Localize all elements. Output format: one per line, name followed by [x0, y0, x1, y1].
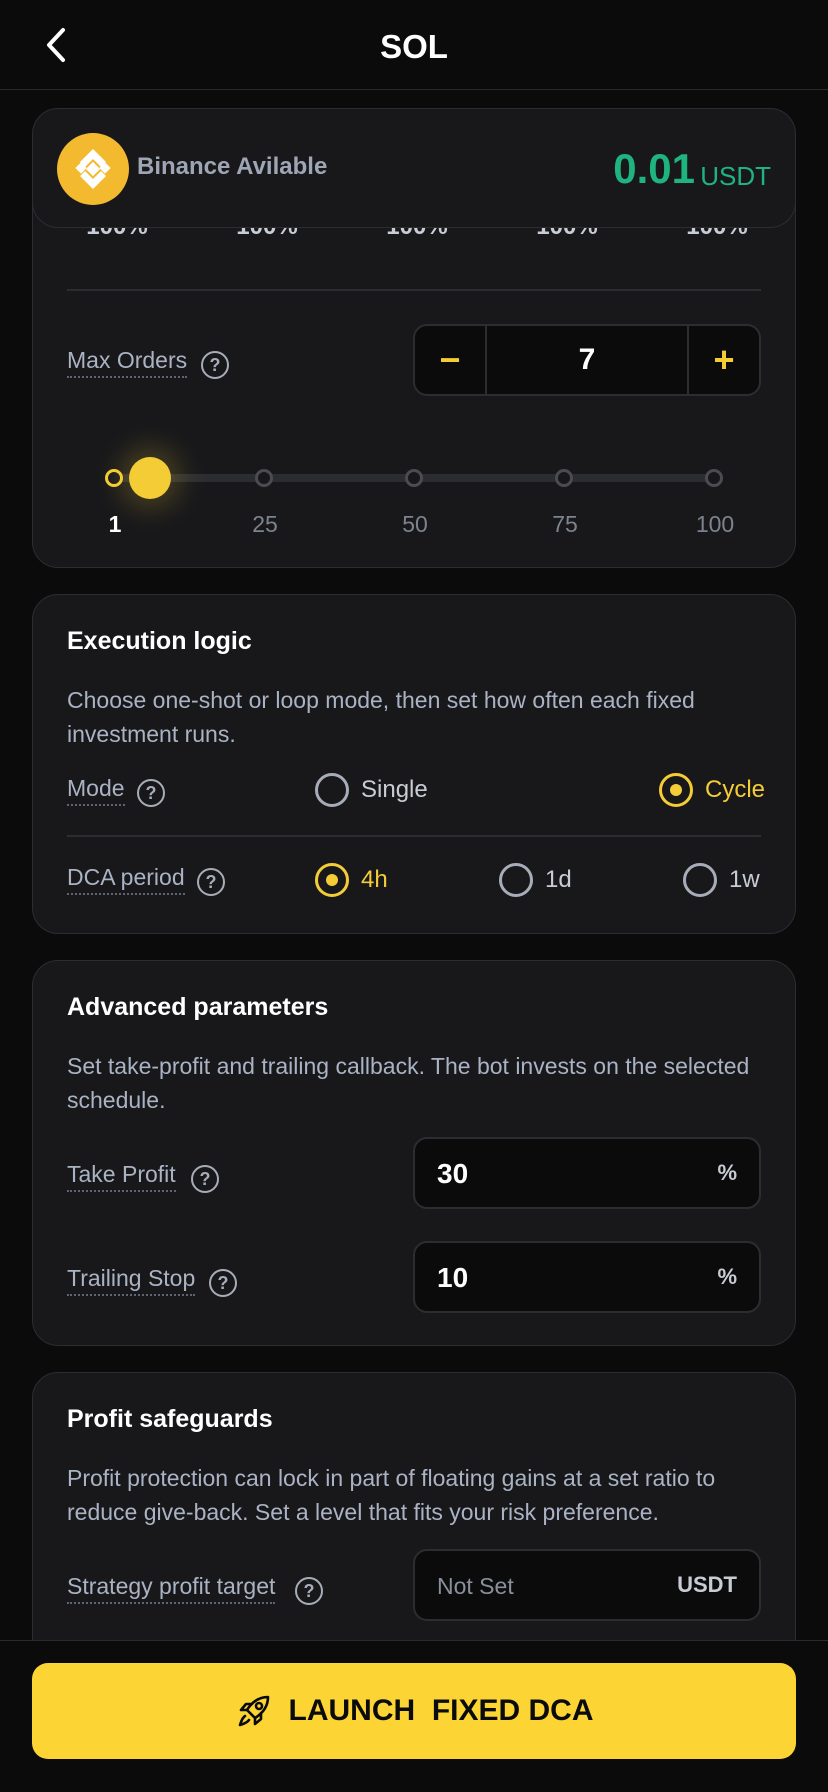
max-orders-stepper: − 7 + [413, 324, 761, 396]
slider-tick-label: 100 [695, 511, 735, 537]
radio-label: 1d [545, 866, 572, 893]
launch-button-label: LAUNCH FIXED DCA [288, 1694, 594, 1727]
slider-stop[interactable] [105, 469, 123, 487]
percent-label: 100% [517, 227, 617, 241]
balance-card: Binance Avilable 0.01 USDT [32, 108, 796, 228]
take-profit-label: Take Profit [67, 1161, 176, 1192]
slider-tick-label: 50 [402, 511, 428, 537]
top-bar: SOL [0, 0, 828, 90]
trailing-stop-label: Trailing Stop [67, 1265, 196, 1296]
radio-unchecked-icon [683, 863, 717, 897]
trailing-stop-input[interactable]: 10 % [413, 1241, 761, 1313]
slider-stop[interactable] [405, 469, 423, 487]
section-description: Profit protection can lock in part of fl… [67, 1465, 716, 1525]
slider-tick-label: 25 [252, 511, 278, 537]
input-placeholder: Not Set [437, 1573, 514, 1599]
decrement-button[interactable]: − [415, 326, 487, 394]
slider-stop[interactable] [555, 469, 573, 487]
launch-button[interactable]: LAUNCH FIXED DCA [32, 1663, 796, 1759]
section-title: Profit safeguards [67, 1405, 273, 1433]
radio-label: 4h [361, 866, 388, 893]
rocket-icon [238, 1695, 269, 1727]
section-description: Set take-profit and trailing callback. T… [67, 1053, 750, 1113]
execution-logic-card: Execution logic Choose one-shot or loop … [32, 594, 796, 934]
percent-row: 100% 100% 100% 100% 100% [67, 227, 761, 243]
slider-stop[interactable] [705, 469, 723, 487]
period-1w-radio[interactable]: 1w [683, 863, 760, 897]
period-1d-radio[interactable]: 1d [499, 863, 572, 897]
balance-amount: 0.01 [613, 145, 695, 192]
percent-label: 100% [67, 227, 167, 241]
increment-button[interactable]: + [687, 326, 759, 394]
profit-target-label: Strategy profit target [67, 1573, 276, 1604]
help-icon[interactable]: ? [209, 1269, 237, 1297]
divider [67, 835, 761, 837]
percent-label: 100% [217, 227, 317, 241]
divider [67, 289, 761, 291]
take-profit-input[interactable]: 30 % [413, 1137, 761, 1209]
slider-stop[interactable] [255, 469, 273, 487]
help-icon[interactable]: ? [197, 868, 225, 896]
percent-label: 100% [667, 227, 761, 241]
section-description: Choose one-shot or loop mode, then set h… [67, 687, 695, 747]
advanced-parameters-card: Advanced parameters Set take-profit and … [32, 960, 796, 1346]
mode-cycle-radio[interactable]: Cycle [659, 773, 765, 807]
order-settings-card: 100% 100% 100% 100% 100% Max Orders ? − … [32, 180, 796, 568]
period-4h-radio[interactable]: 4h [315, 863, 388, 897]
percent-label: 100% [367, 227, 467, 241]
binance-logo-icon [57, 133, 129, 205]
radio-label: Cycle [705, 776, 766, 803]
radio-unchecked-icon [315, 773, 349, 807]
input-unit: USDT [677, 1572, 737, 1597]
radio-label: 1w [729, 866, 760, 893]
bottom-action-bar: LAUNCH FIXED DCA [0, 1640, 828, 1792]
balance-unit: USDT [700, 161, 771, 191]
input-value: 10 [437, 1262, 469, 1293]
input-value: 30 [437, 1158, 469, 1189]
help-icon[interactable]: ? [295, 1577, 323, 1605]
exchange-available-label: Binance Avilable [137, 153, 328, 180]
mode-label: Mode [67, 775, 125, 806]
slider-tick-label: 1 [108, 511, 122, 537]
section-title: Advanced parameters [67, 993, 329, 1021]
help-icon[interactable]: ? [137, 779, 165, 807]
help-icon[interactable]: ? [191, 1165, 219, 1193]
input-unit: % [717, 1264, 737, 1289]
section-title: Execution logic [67, 627, 252, 655]
help-icon[interactable]: ? [201, 351, 229, 379]
radio-label: Single [361, 776, 428, 803]
mode-single-radio[interactable]: Single [315, 773, 428, 807]
slider-tick-label: 75 [552, 511, 578, 537]
max-orders-value[interactable]: 7 [487, 326, 687, 394]
radio-checked-icon [315, 863, 349, 897]
slider-thumb[interactable] [129, 457, 171, 499]
radio-checked-icon [659, 773, 693, 807]
max-orders-label: Max Orders [67, 347, 188, 378]
input-unit: % [717, 1160, 737, 1185]
dca-period-label: DCA period [67, 864, 185, 895]
radio-unchecked-icon [499, 863, 533, 897]
profit-target-input[interactable]: Not Set USDT [413, 1549, 761, 1621]
page-title: SOL [380, 28, 448, 65]
